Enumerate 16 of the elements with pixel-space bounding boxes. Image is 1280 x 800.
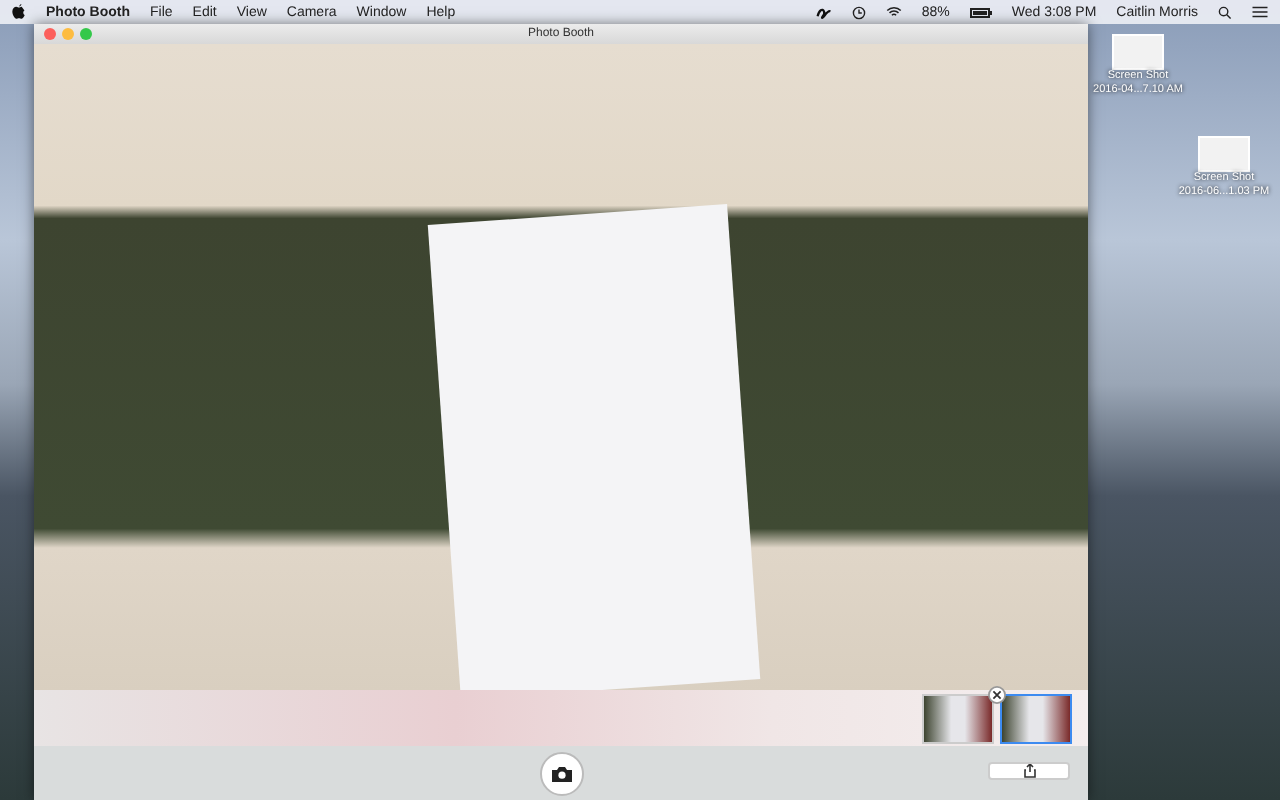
delete-icon[interactable] [988, 685, 1006, 703]
battery-icon[interactable] [969, 7, 992, 17]
screenshot-thumbnail[interactable] [1198, 136, 1250, 172]
wifi-icon[interactable] [885, 6, 902, 18]
screenshot-thumbnail[interactable] [1112, 34, 1164, 70]
search-icon[interactable] [1218, 5, 1232, 19]
camera-icon [551, 765, 571, 781]
clock-icon[interactable] [851, 5, 866, 19]
photo-thumbnail[interactable] [922, 693, 994, 743]
list-icon[interactable] [1252, 6, 1268, 18]
share-icon [1023, 764, 1035, 778]
script-icon[interactable] [815, 5, 832, 19]
apple-icon[interactable] [12, 4, 26, 20]
photo-thumbnail[interactable] [1000, 693, 1072, 743]
take-photo-button[interactable] [539, 751, 583, 795]
share-button[interactable] [988, 762, 1070, 780]
